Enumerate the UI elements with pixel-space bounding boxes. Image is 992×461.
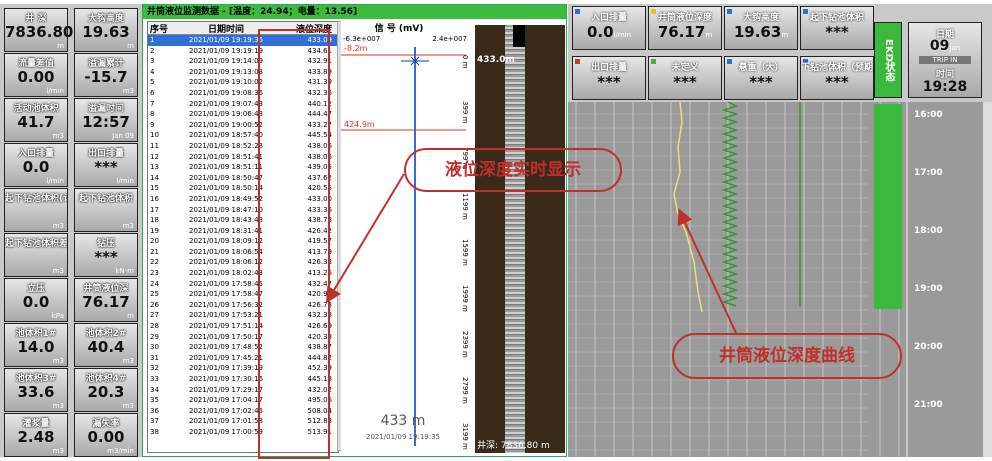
arrow-to-table [325,173,405,304]
callout-arrows [325,173,737,334]
arrow-to-curve [677,208,737,334]
